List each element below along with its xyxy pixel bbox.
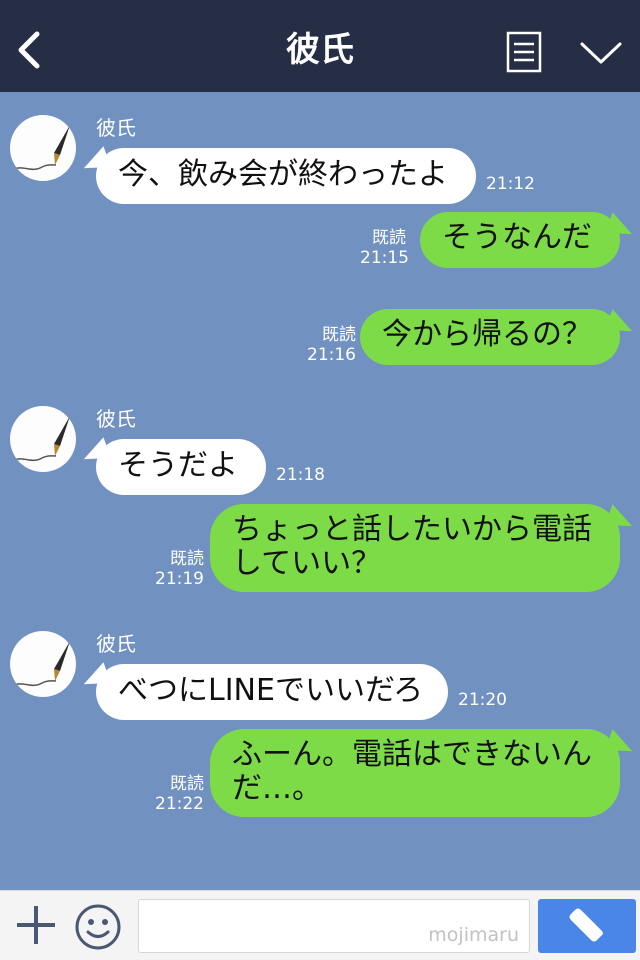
read-status: 既読 21:16 <box>300 325 356 365</box>
chevron-down-icon <box>580 42 622 64</box>
message-text: そうなんだ <box>442 220 592 255</box>
message-text-line: ちょっと話したいから電話 <box>232 512 592 547</box>
message-time: 21:20 <box>458 690 507 710</box>
fountain-pen-icon <box>13 125 70 171</box>
add-button[interactable] <box>14 903 58 947</box>
watermark-text: mojimaru <box>428 924 519 946</box>
plus-icon <box>17 906 55 944</box>
avatar[interactable] <box>10 631 76 697</box>
sender-name: 彼氏 <box>96 407 136 431</box>
menu-button[interactable] <box>506 31 542 73</box>
message-bubble[interactable]: ふーん。電話はできないん だ…。 <box>210 729 620 817</box>
read-label: 既読 <box>170 774 204 794</box>
message-time: 21:15 <box>360 248 409 268</box>
message-text: 今、飲み会が終わったよ <box>118 157 448 192</box>
read-label: 既読 <box>170 549 204 569</box>
avatar[interactable] <box>10 406 76 472</box>
document-list-icon <box>506 31 542 73</box>
read-label: 既読 <box>322 325 356 345</box>
message-bubble[interactable]: そうだよ <box>96 439 266 495</box>
message-bubble[interactable]: ちょっと話したいから電話 していい？ <box>210 504 620 592</box>
fountain-pen-icon <box>13 641 70 687</box>
message-text: そうだよ <box>118 448 238 483</box>
message-bubble[interactable]: べつにLINEでいいだろ <box>96 664 448 720</box>
message-time: 21:12 <box>486 174 535 194</box>
smiley-icon <box>75 904 121 950</box>
chat-area[interactable]: 彼氏 今、飲み会が終わったよ 21:12 既読 21:15 そうなんだ 既読 2… <box>0 92 640 890</box>
read-status: 既読 21:19 <box>150 549 204 589</box>
fountain-pen-icon <box>13 416 70 462</box>
message-text-line: だ…。 <box>232 771 322 806</box>
chat-title: 彼氏 <box>286 30 354 70</box>
message-time: 21:19 <box>155 569 204 589</box>
read-label: 既読 <box>372 228 406 248</box>
back-button[interactable] <box>10 26 50 74</box>
sender-name: 彼氏 <box>96 116 136 140</box>
phone-icon <box>569 908 603 942</box>
avatar[interactable] <box>10 115 76 181</box>
message-time: 21:18 <box>276 465 325 485</box>
emoji-button[interactable] <box>74 903 122 951</box>
input-bar: mojimaru <box>0 890 640 960</box>
message-text-line: ふーん。電話はできないん <box>232 737 592 772</box>
message-time: 21:16 <box>307 345 356 365</box>
collapse-button[interactable] <box>578 38 624 68</box>
read-status: 既読 21:15 <box>360 228 409 268</box>
message-bubble[interactable]: そうなんだ <box>420 212 620 268</box>
message-text: 今から帰るの？ <box>382 317 592 352</box>
message-text: べつにLINEでいいだろ <box>118 673 424 708</box>
chevron-left-icon <box>18 31 40 69</box>
sender-name: 彼氏 <box>96 632 136 656</box>
message-bubble[interactable]: 今から帰るの？ <box>360 309 620 365</box>
call-button[interactable] <box>538 899 636 953</box>
message-input[interactable]: mojimaru <box>138 899 530 953</box>
message-time: 21:22 <box>155 794 204 814</box>
chat-header: 彼氏 <box>0 0 640 92</box>
message-text-line: していい？ <box>232 546 382 581</box>
message-bubble[interactable]: 今、飲み会が終わったよ <box>96 148 476 204</box>
read-status: 既読 21:22 <box>150 774 204 814</box>
